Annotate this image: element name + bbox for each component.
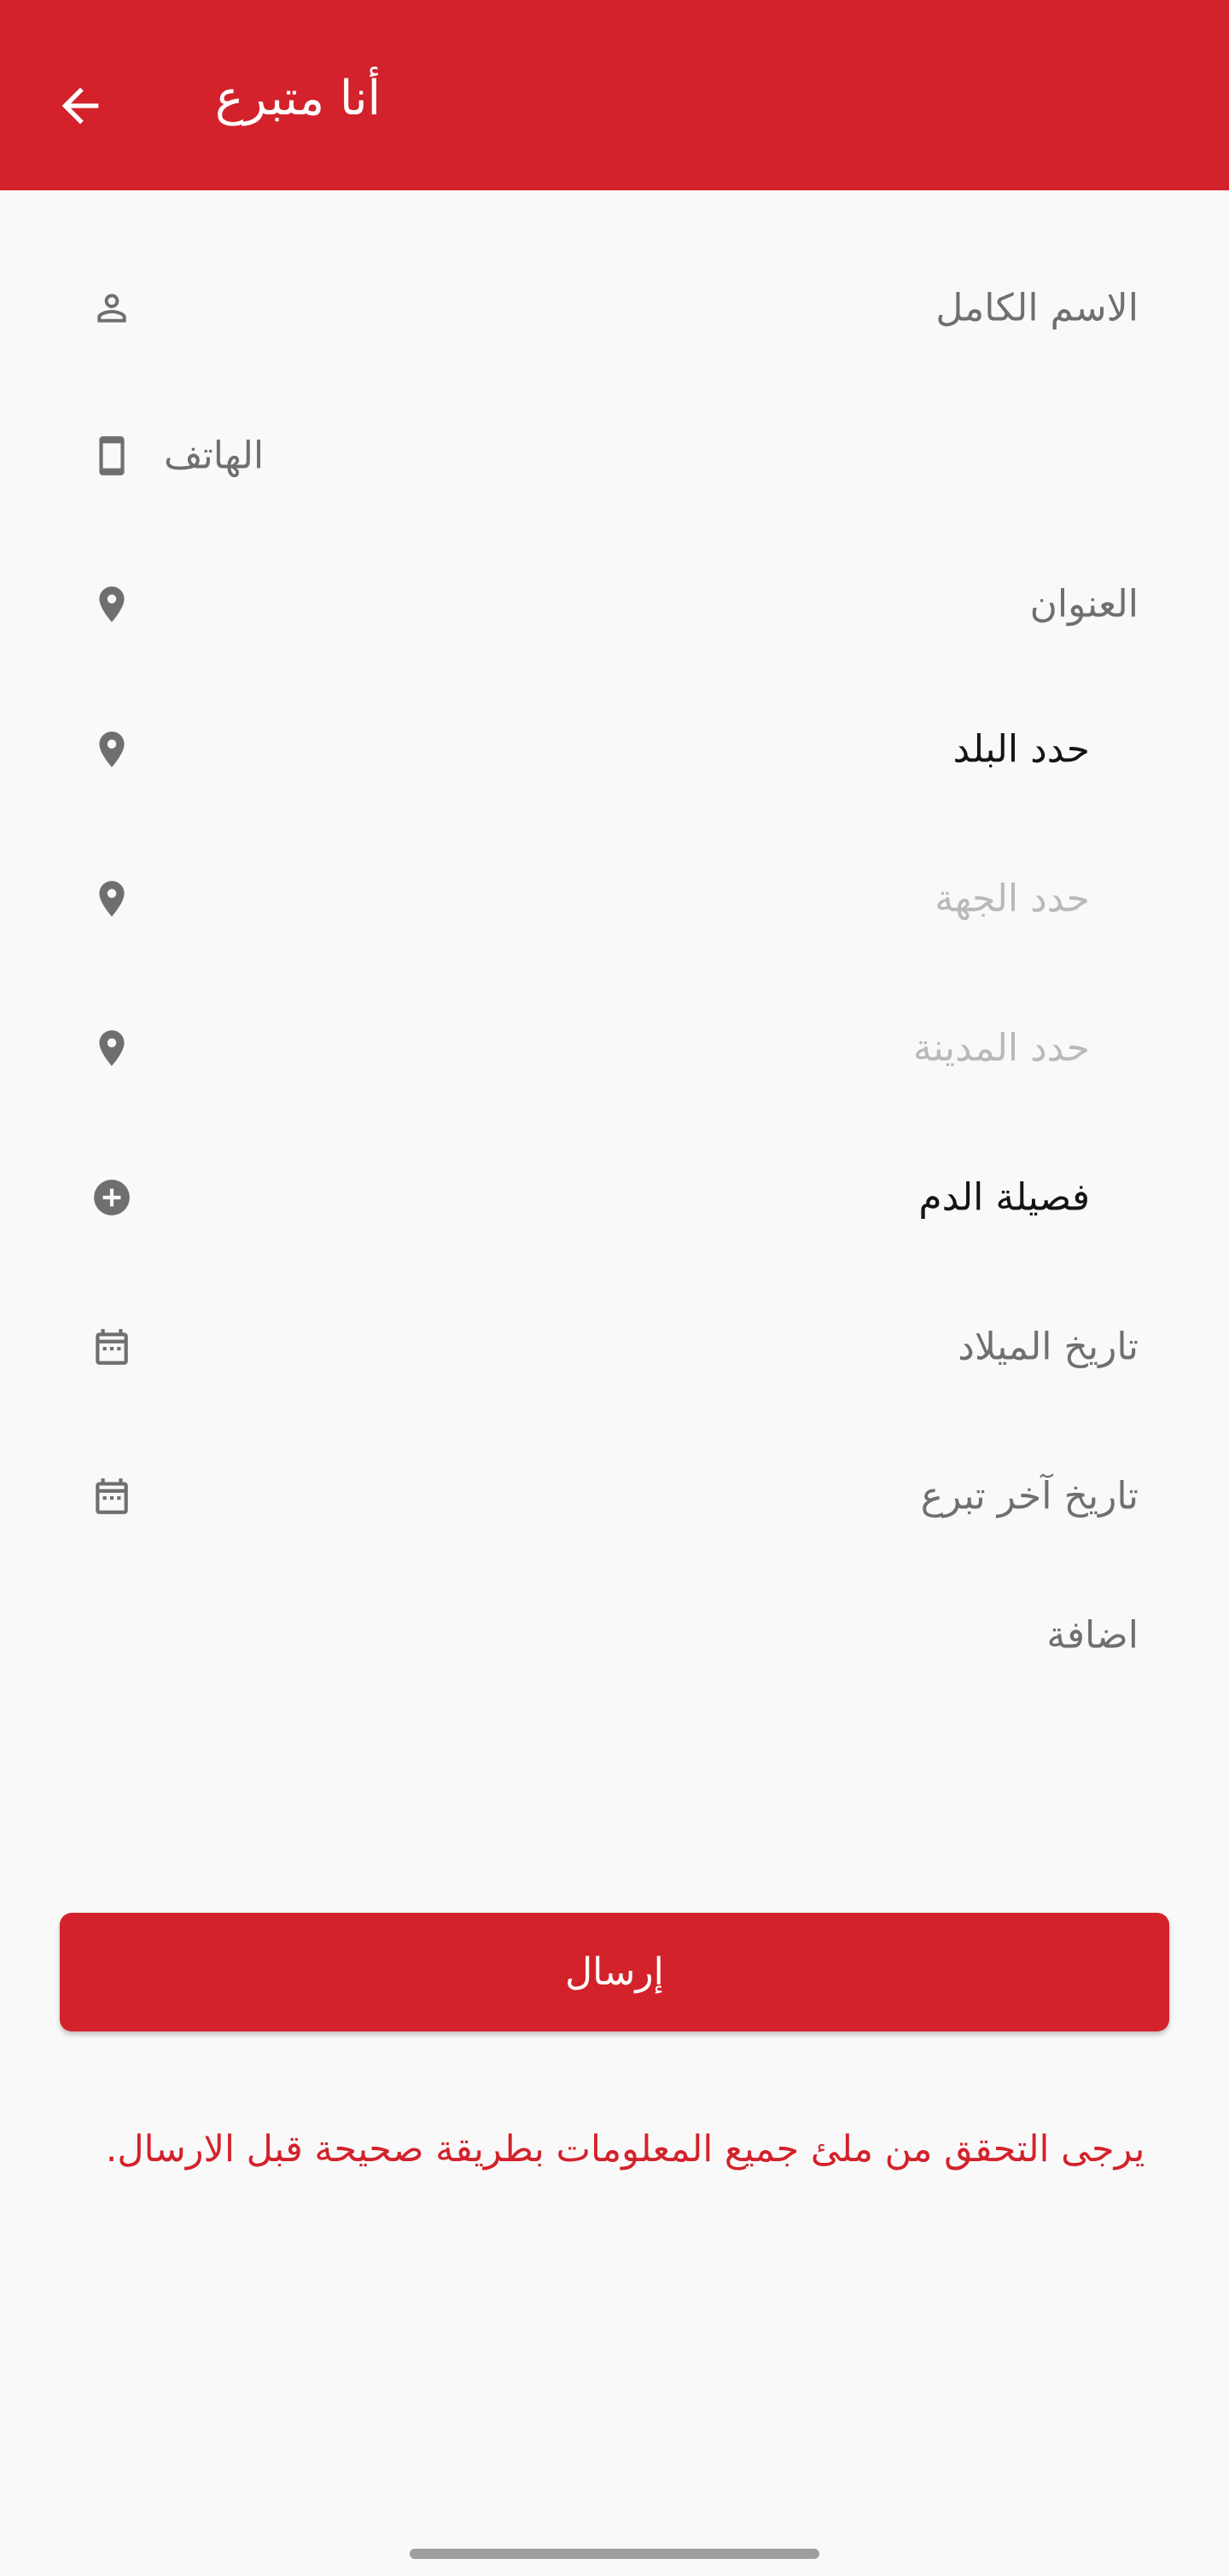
- blood-type-select[interactable]: فصيلة الدم: [0, 1122, 1229, 1272]
- country-label: حدد البلد: [952, 727, 1090, 771]
- last-donation-date-label: تاريخ آخر تبرع: [920, 1474, 1139, 1518]
- birth-date-field[interactable]: تاريخ الميلاد: [0, 1272, 1229, 1421]
- region-label: حدد الجهة: [935, 877, 1090, 920]
- location-pin-icon: [99, 1029, 125, 1066]
- birth-date-label: تاريخ الميلاد: [958, 1325, 1139, 1368]
- city-label: حدد المدينة: [912, 1026, 1090, 1069]
- person-icon: [97, 293, 126, 323]
- phone-label: الهاتف: [164, 434, 265, 477]
- submit-button[interactable]: إرسال: [60, 1913, 1169, 2031]
- arrow-back-icon[interactable]: [53, 79, 108, 133]
- calendar-icon: [96, 1328, 128, 1365]
- location-pin-icon: [99, 880, 125, 917]
- add-circle-icon: [94, 1179, 130, 1215]
- gesture-nav-handle[interactable]: [410, 2549, 819, 2559]
- last-donation-date-field[interactable]: تاريخ آخر تبرع: [0, 1421, 1229, 1571]
- notes-label: اضافة: [1046, 1613, 1139, 1658]
- full-name-label: الاسم الكامل: [935, 286, 1139, 329]
- full-name-field[interactable]: الاسم الكامل: [0, 233, 1229, 382]
- submit-button-label: إرسال: [565, 1950, 664, 1994]
- notes-field[interactable]: اضافة: [0, 1571, 1229, 1707]
- app-bar: أنا متبرع: [0, 0, 1229, 190]
- address-label: العنوان: [1029, 582, 1139, 626]
- region-select[interactable]: حدد الجهة: [0, 824, 1229, 973]
- smartphone-icon: [99, 435, 125, 475]
- address-field[interactable]: العنوان: [0, 529, 1229, 679]
- country-select[interactable]: حدد البلد: [0, 674, 1229, 824]
- calendar-icon: [96, 1477, 128, 1514]
- location-pin-icon: [99, 586, 125, 622]
- validation-warning: يرجى التحقق من ملئ جميع المعلومات بطريقة…: [105, 2128, 1145, 2171]
- city-select[interactable]: حدد المدينة: [0, 973, 1229, 1122]
- phone-field[interactable]: الهاتف: [0, 381, 1229, 530]
- location-pin-icon: [99, 731, 125, 767]
- blood-type-label: فصيلة الدم: [918, 1175, 1090, 1219]
- page-title: أنا متبرع: [215, 71, 382, 126]
